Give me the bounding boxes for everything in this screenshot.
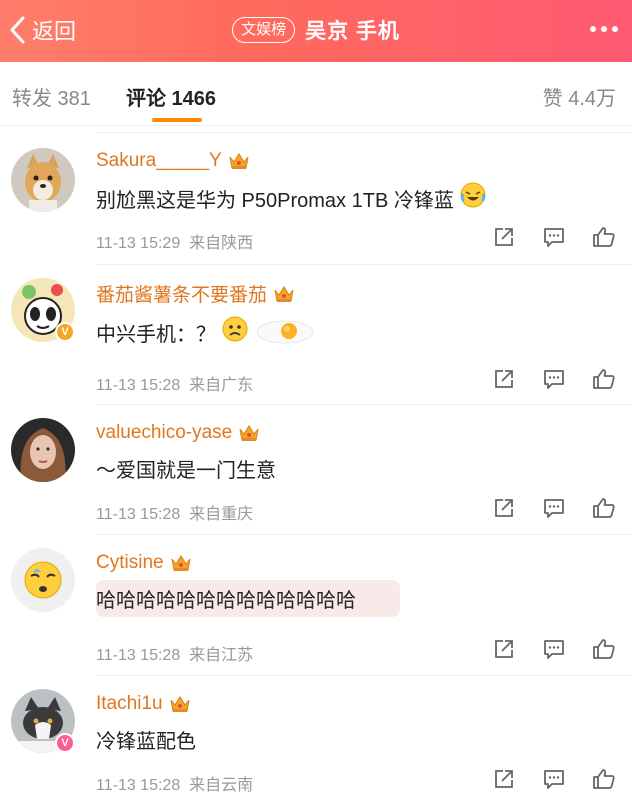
comment-meta: 11-13 15:29 来自陕西	[96, 229, 253, 253]
comment-text: 中兴手机：？	[96, 312, 316, 352]
portrait-avatar-image	[11, 418, 75, 482]
share-icon[interactable]	[492, 767, 516, 791]
comment-actions	[492, 767, 616, 791]
username-text: 番茄酱薯条不要番茄	[96, 285, 268, 306]
username-text: Itachi1u	[96, 693, 163, 714]
avatar[interactable]: V	[11, 689, 75, 753]
divider	[96, 534, 632, 535]
comment-meta: 11-13 15:28 来自云南	[96, 771, 253, 795]
comment-actions	[492, 225, 616, 249]
divider	[96, 264, 632, 265]
share-icon[interactable]	[492, 496, 516, 520]
top-bar: 返回 文娱榜 吴京 手机	[0, 0, 632, 62]
title-group: 文娱榜 吴京 手机	[0, 12, 632, 48]
username[interactable]: Sakura_____Y	[96, 150, 250, 172]
username-text: Sakura_____Y	[96, 150, 222, 171]
tab-bar: 转发 381 评论 1466 赞 4.4万	[0, 62, 632, 126]
username[interactable]: Itachi1u	[96, 693, 191, 715]
verified-badge-icon: V	[55, 733, 75, 753]
reply-icon[interactable]	[542, 225, 566, 249]
share-icon[interactable]	[492, 367, 516, 391]
dog-avatar-image	[11, 148, 75, 212]
comment-meta: 11-13 15:28 来自广东	[96, 371, 253, 395]
comment-meta: 11-13 15:28 来自江苏	[96, 641, 253, 665]
more-dot-icon	[601, 26, 607, 32]
like-icon[interactable]	[592, 225, 616, 249]
location: 来自云南	[189, 777, 254, 794]
emoji-avatar-image	[11, 548, 75, 612]
active-tab-indicator	[152, 118, 202, 122]
divider	[96, 404, 632, 405]
like-icon[interactable]	[592, 637, 616, 661]
crown-icon	[238, 423, 260, 443]
location: 来自陕西	[189, 235, 254, 252]
crown-icon	[170, 553, 192, 573]
reply-icon[interactable]	[542, 367, 566, 391]
crown-icon	[273, 284, 295, 304]
comment-actions	[492, 637, 616, 661]
username-text: valuechico-yase	[96, 422, 233, 443]
reply-icon[interactable]	[542, 767, 566, 791]
username[interactable]: 番茄酱薯条不要番茄	[96, 280, 295, 307]
reply-icon[interactable]	[542, 496, 566, 520]
comment-actions	[492, 496, 616, 520]
location: 来自江苏	[189, 647, 254, 664]
timestamp: 11-13 15:29	[96, 235, 181, 252]
comment-text: 别尬黑这是华为 P50Promax 1TB 冷锋蓝	[96, 182, 486, 214]
more-dot-icon	[590, 26, 596, 32]
timestamp: 11-13 15:28	[96, 777, 181, 794]
timestamp: 11-13 15:28	[96, 506, 181, 523]
verified-badge-icon: V	[55, 322, 75, 342]
avatar[interactable]	[11, 548, 75, 612]
username-text: Cytisine	[96, 552, 164, 573]
comment-body: 冷锋蓝配色	[96, 731, 196, 753]
like-icon[interactable]	[592, 496, 616, 520]
more-options-button[interactable]	[590, 26, 618, 32]
timestamp: 11-13 15:28	[96, 377, 181, 394]
comment-body: ～爱国就是一门生意	[96, 460, 276, 482]
comment-body: 中兴手机：？	[96, 323, 216, 346]
hot-list-badge[interactable]: 文娱榜	[232, 17, 296, 43]
tab-like[interactable]: 赞 4.4万	[543, 82, 616, 111]
share-icon[interactable]	[492, 225, 516, 249]
tab-repost[interactable]: 转发 381	[12, 82, 91, 111]
comment-meta: 11-13 15:28 来自重庆	[96, 500, 253, 524]
page-title: 吴京 手机	[305, 20, 400, 43]
comment-text: ～爱国就是一门生意	[96, 454, 276, 483]
timestamp: 11-13 15:28	[96, 647, 181, 664]
crying-laughing-emoji-icon	[460, 182, 486, 214]
location: 来自重庆	[189, 506, 254, 523]
username[interactable]: valuechico-yase	[96, 422, 260, 444]
tab-comment[interactable]: 评论 1466	[126, 82, 216, 111]
crown-icon	[169, 694, 191, 714]
username[interactable]: Cytisine	[96, 552, 192, 574]
share-icon[interactable]	[492, 637, 516, 661]
divider	[96, 132, 632, 133]
avatar[interactable]: V	[11, 278, 75, 342]
fried-egg-sticker-icon	[254, 312, 316, 352]
comment-actions	[492, 367, 616, 391]
like-icon[interactable]	[592, 367, 616, 391]
comment-text: 冷锋蓝配色	[96, 725, 196, 754]
like-icon[interactable]	[592, 767, 616, 791]
location: 来自广东	[189, 377, 254, 394]
comment-body: 哈哈哈哈哈哈哈哈哈哈哈哈哈	[96, 580, 400, 617]
avatar[interactable]	[11, 148, 75, 212]
crown-icon	[228, 151, 250, 171]
comment-body: 别尬黑这是华为 P50Promax 1TB 冷锋蓝	[96, 189, 454, 212]
worried-face-emoji-icon	[222, 316, 248, 348]
comment-text: 哈哈哈哈哈哈哈哈哈哈哈哈哈	[96, 580, 400, 617]
reply-icon[interactable]	[542, 637, 566, 661]
more-dot-icon	[612, 26, 618, 32]
avatar[interactable]	[11, 418, 75, 482]
divider	[96, 675, 632, 676]
